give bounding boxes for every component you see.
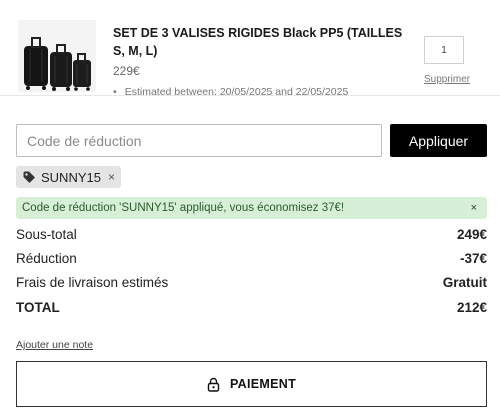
discount-label: Réduction [16, 251, 77, 266]
delivery-estimate: Estimated between: 20/05/2025 and 22/05/… [113, 86, 349, 95]
lock-icon [207, 377, 220, 392]
applied-discount-code: SUNNY15 [41, 169, 101, 185]
subtotal-label: Sous-total [16, 227, 77, 242]
apply-discount-button[interactable]: Appliquer [390, 124, 487, 157]
applied-discount-tag: SUNNY15 × [16, 166, 121, 188]
remove-discount-close-icon[interactable]: × [108, 170, 115, 184]
checkout-label: PAIEMENT [229, 377, 297, 391]
add-note-link[interactable]: Ajouter une note [16, 339, 93, 351]
shipping-value: Gratuit [442, 275, 487, 290]
remove-link[interactable]: Supprimer [424, 74, 470, 85]
tag-icon [22, 170, 36, 184]
discount-row: Réduction -37€ [16, 251, 487, 266]
total-row: TOTAL 212€ [16, 300, 487, 315]
product-price: 229€ [113, 64, 140, 78]
shipping-label: Frais de livraison estimés [16, 275, 169, 290]
shipping-row: Frais de livraison estimés Gratuit [16, 275, 487, 290]
suitcase-set-image [18, 20, 96, 92]
subtotal-row: Sous-total 249€ [16, 227, 487, 242]
discount-notice-text: Code de réduction 'SUNNY15' appliqué, vo… [22, 202, 345, 214]
cart-line-item: SET DE 3 VALISES RIGIDES Black PP5 (TAIL… [0, 0, 500, 96]
discount-code-input[interactable] [16, 124, 382, 157]
notice-close-icon[interactable]: × [471, 202, 477, 214]
subtotal-value: 249€ [456, 227, 487, 242]
quantity-input[interactable]: 1 [424, 36, 464, 64]
discount-success-notice: Code de réduction 'SUNNY15' appliqué, vo… [16, 197, 487, 219]
checkout-button[interactable]: PAIEMENT [16, 361, 487, 407]
discount-value: -37€ [459, 251, 487, 266]
total-label: TOTAL [16, 300, 60, 315]
product-title[interactable]: SET DE 3 VALISES RIGIDES Black PP5 (TAIL… [113, 24, 413, 60]
total-value: 212€ [456, 300, 487, 315]
